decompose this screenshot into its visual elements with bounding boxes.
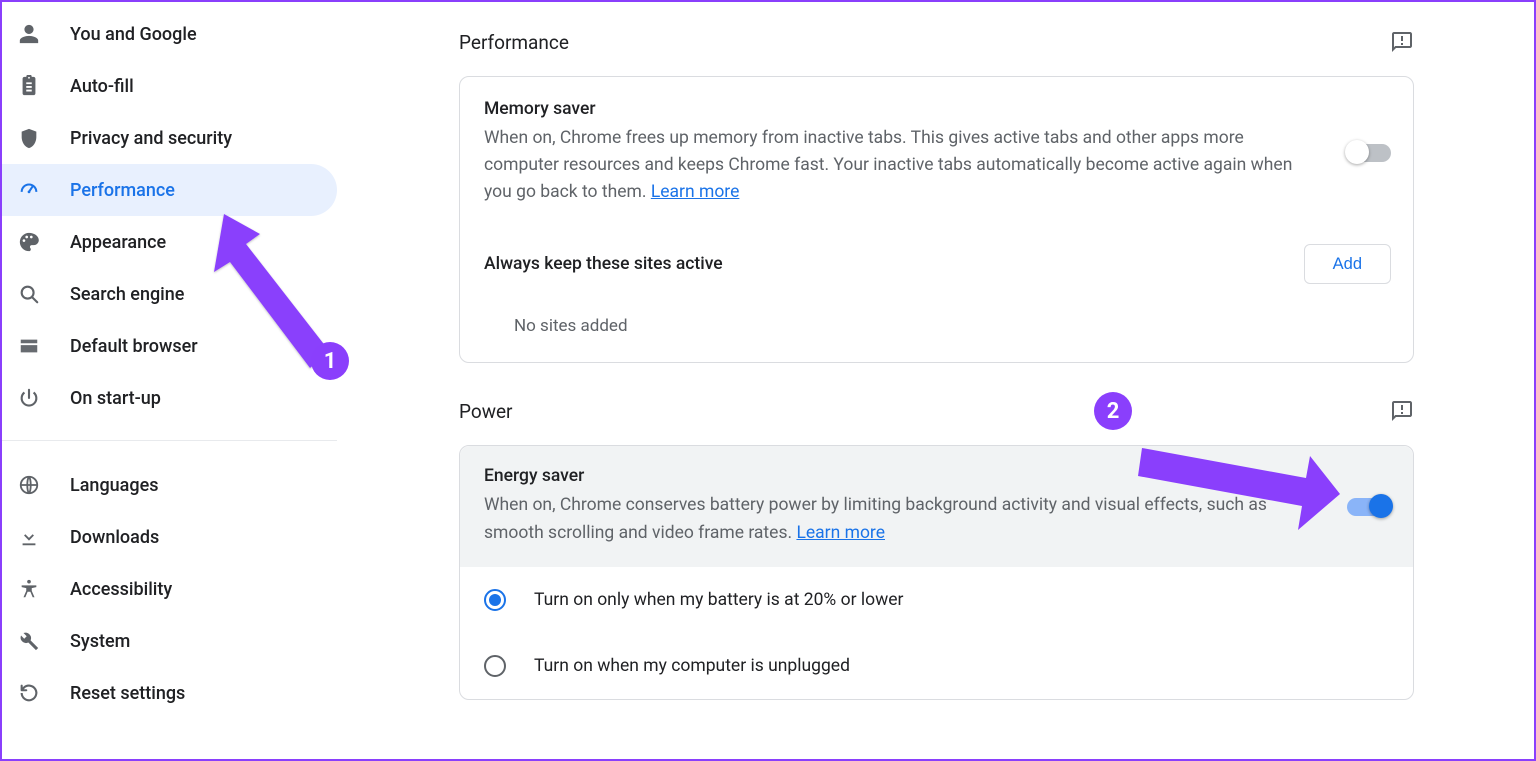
- no-sites-text: No sites added: [460, 298, 1413, 362]
- feedback-icon[interactable]: [1390, 399, 1414, 423]
- sidebar-item-auto-fill[interactable]: Auto-fill: [2, 60, 337, 112]
- sidebar-item-label: You and Google: [70, 24, 197, 45]
- sidebar-item-languages[interactable]: Languages: [2, 459, 337, 511]
- settings-main: Performance Memory saver When on, Chrome…: [337, 2, 1534, 759]
- feedback-icon[interactable]: [1390, 30, 1414, 54]
- section-title: Power: [459, 400, 513, 423]
- sidebar-item-appearance[interactable]: Appearance: [2, 216, 337, 268]
- download-icon: [18, 526, 40, 548]
- energy-option-label: Turn on only when my battery is at 20% o…: [534, 590, 903, 610]
- section-head-performance: Performance: [459, 30, 1414, 54]
- person-icon: [18, 23, 40, 45]
- sidebar-item-label: On start-up: [70, 388, 161, 409]
- sidebar-item-system[interactable]: System: [2, 615, 337, 667]
- reset-icon: [18, 682, 40, 704]
- sidebar-item-reset-settings[interactable]: Reset settings: [2, 667, 337, 719]
- sidebar-item-label: Appearance: [70, 232, 166, 253]
- energy-saver-title: Energy saver: [484, 466, 1307, 486]
- sidebar-item-privacy-and-security[interactable]: Privacy and security: [2, 112, 337, 164]
- always-active-title: Always keep these sites active: [484, 254, 723, 274]
- add-site-button[interactable]: Add: [1304, 244, 1391, 284]
- energy-saver-desc: When on, Chrome conserves battery power …: [484, 492, 1307, 546]
- browser-icon: [18, 335, 40, 357]
- power-icon: [18, 387, 40, 409]
- memory-saver-learn-more-link[interactable]: Learn more: [651, 182, 740, 202]
- language-icon: [18, 474, 40, 496]
- shield-icon: [18, 127, 40, 149]
- energy-option-row[interactable]: Turn on when my computer is unplugged: [460, 633, 1413, 699]
- annotation-badge-2: 2: [1094, 392, 1132, 430]
- search-icon: [18, 283, 40, 305]
- sidebar-item-label: Search engine: [70, 284, 184, 305]
- sidebar-item-on-start-up[interactable]: On start-up: [2, 372, 337, 424]
- assignment-icon: [18, 75, 40, 97]
- speed-icon: [18, 179, 40, 201]
- sidebar-item-label: Accessibility: [70, 579, 172, 600]
- energy-saver-card: Energy saver When on, Chrome conserves b…: [459, 445, 1414, 699]
- settings-sidebar: You and Google Auto-fill Privacy and secur…: [2, 2, 337, 759]
- memory-saver-toggle[interactable]: [1347, 144, 1391, 162]
- sidebar-item-label: Languages: [70, 475, 158, 496]
- annotation-badge-1: 1: [311, 342, 349, 380]
- sidebar-item-downloads[interactable]: Downloads: [2, 511, 337, 563]
- energy-option-label: Turn on when my computer is unplugged: [534, 656, 850, 676]
- radio-unselected-icon: [484, 655, 506, 677]
- sidebar-item-search-engine[interactable]: Search engine: [2, 268, 337, 320]
- memory-saver-desc: When on, Chrome frees up memory from ina…: [484, 125, 1307, 206]
- radio-selected-icon: [484, 589, 506, 611]
- energy-saver-toggle[interactable]: [1347, 498, 1391, 516]
- sidebar-item-label: System: [70, 631, 130, 652]
- sidebar-item-accessibility[interactable]: Accessibility: [2, 563, 337, 615]
- sidebar-item-you-and-google[interactable]: You and Google: [2, 8, 337, 60]
- sidebar-item-performance[interactable]: Performance: [2, 164, 337, 216]
- sidebar-item-label: Default browser: [70, 336, 198, 357]
- section-title: Performance: [459, 31, 569, 54]
- sidebar-item-label: Privacy and security: [70, 128, 232, 149]
- section-head-power: Power: [459, 399, 1414, 423]
- sidebar-item-label: Auto-fill: [70, 76, 134, 97]
- sidebar-item-label: Downloads: [70, 527, 159, 548]
- sidebar-item-label: Performance: [70, 180, 175, 201]
- accessibility-icon: [18, 578, 40, 600]
- memory-saver-title: Memory saver: [484, 99, 1307, 119]
- sidebar-item-label: Reset settings: [70, 683, 185, 704]
- palette-icon: [18, 231, 40, 253]
- memory-saver-card: Memory saver When on, Chrome frees up me…: [459, 76, 1414, 363]
- energy-saver-learn-more-link[interactable]: Learn more: [796, 523, 885, 543]
- wrench-icon: [18, 630, 40, 652]
- sidebar-item-default-browser[interactable]: Default browser: [2, 320, 337, 372]
- energy-option-row[interactable]: Turn on only when my battery is at 20% o…: [460, 567, 1413, 633]
